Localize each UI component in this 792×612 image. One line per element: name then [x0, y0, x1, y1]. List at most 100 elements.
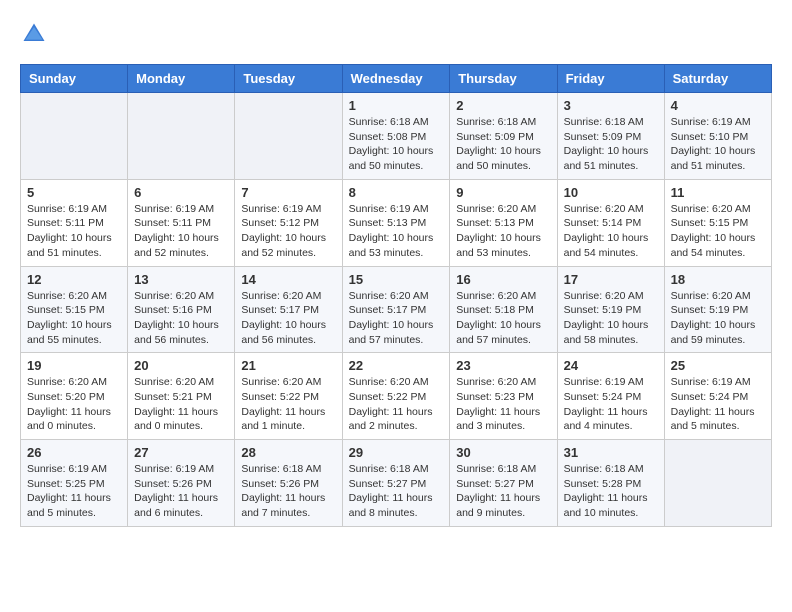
day-number: 26: [27, 445, 121, 460]
day-number: 3: [564, 98, 658, 113]
day-number: 12: [27, 272, 121, 287]
calendar-cell: 22 Sunrise: 6:20 AMSunset: 5:22 PMDayligh…: [342, 353, 450, 440]
calendar-header-row: SundayMondayTuesdayWednesdayThursdayFrid…: [21, 65, 772, 93]
day-number: 5: [27, 185, 121, 200]
logo-icon: [20, 20, 48, 48]
calendar-cell: 16 Sunrise: 6:20 AMSunset: 5:18 PMDayligh…: [450, 266, 557, 353]
day-info: Sunrise: 6:19 AMSunset: 5:11 PMDaylight:…: [27, 202, 121, 261]
day-number: 1: [349, 98, 444, 113]
day-info: Sunrise: 6:20 AMSunset: 5:19 PMDaylight:…: [671, 289, 765, 348]
day-info: Sunrise: 6:18 AMSunset: 5:28 PMDaylight:…: [564, 462, 658, 521]
day-of-week-header: Tuesday: [235, 65, 342, 93]
calendar-cell: 10 Sunrise: 6:20 AMSunset: 5:14 PMDayligh…: [557, 179, 664, 266]
header: [20, 20, 772, 48]
day-number: 22: [349, 358, 444, 373]
day-info: Sunrise: 6:20 AMSunset: 5:22 PMDaylight:…: [349, 375, 444, 434]
calendar-week-row: 5 Sunrise: 6:19 AMSunset: 5:11 PMDaylight…: [21, 179, 772, 266]
day-info: Sunrise: 6:19 AMSunset: 5:26 PMDaylight:…: [134, 462, 228, 521]
calendar-cell: 6Sunrise: 6:19 AMSunset: 5:11 PMDaylight…: [128, 179, 235, 266]
day-info: Sunrise: 6:20 AMSunset: 5:20 PMDaylight:…: [27, 375, 121, 434]
day-number: 15: [349, 272, 444, 287]
calendar-cell: 28 Sunrise: 6:18 AMSunset: 5:26 PMDayligh…: [235, 440, 342, 527]
day-info: Sunrise: 6:19 AMSunset: 5:24 PMDaylight:…: [671, 375, 765, 434]
calendar-cell: [21, 93, 128, 180]
calendar-cell: 30 Sunrise: 6:18 AMSunset: 5:27 PMDayligh…: [450, 440, 557, 527]
calendar-cell: 3 Sunrise: 6:18 AMSunset: 5:09 PMDaylight…: [557, 93, 664, 180]
day-number: 21: [241, 358, 335, 373]
day-number: 2: [456, 98, 550, 113]
day-of-week-header: Sunday: [21, 65, 128, 93]
day-number: 11: [671, 185, 765, 200]
calendar-cell: 29Sunrise: 6:18 AMSunset: 5:27 PMDayligh…: [342, 440, 450, 527]
calendar-cell: 5 Sunrise: 6:19 AMSunset: 5:11 PMDaylight…: [21, 179, 128, 266]
day-info: Sunrise: 6:20 AMSunset: 5:15 PMDaylight:…: [27, 289, 121, 348]
calendar-cell: 19 Sunrise: 6:20 AMSunset: 5:20 PMDayligh…: [21, 353, 128, 440]
calendar-cell: 17 Sunrise: 6:20 AMSunset: 5:19 PMDayligh…: [557, 266, 664, 353]
calendar-cell: 15 Sunrise: 6:20 AMSunset: 5:17 PMDayligh…: [342, 266, 450, 353]
day-info: Sunrise: 6:19 AMSunset: 5:25 PMDaylight:…: [27, 462, 121, 521]
calendar-cell: 4Sunrise: 6:19 AMSunset: 5:10 PMDaylight…: [664, 93, 771, 180]
day-number: 14: [241, 272, 335, 287]
calendar-cell: 13 Sunrise: 6:20 AMSunset: 5:16 PMDayligh…: [128, 266, 235, 353]
day-number: 9: [456, 185, 550, 200]
calendar-week-row: 26 Sunrise: 6:19 AMSunset: 5:25 PMDayligh…: [21, 440, 772, 527]
calendar-cell: 18 Sunrise: 6:20 AMSunset: 5:19 PMDayligh…: [664, 266, 771, 353]
day-of-week-header: Saturday: [664, 65, 771, 93]
calendar-week-row: 12 Sunrise: 6:20 AMSunset: 5:15 PMDayligh…: [21, 266, 772, 353]
day-of-week-header: Monday: [128, 65, 235, 93]
calendar-cell: 26 Sunrise: 6:19 AMSunset: 5:25 PMDayligh…: [21, 440, 128, 527]
day-number: 20: [134, 358, 228, 373]
day-number: 16: [456, 272, 550, 287]
calendar-cell: 24 Sunrise: 6:19 AMSunset: 5:24 PMDayligh…: [557, 353, 664, 440]
day-number: 31: [564, 445, 658, 460]
day-number: 18: [671, 272, 765, 287]
day-number: 27: [134, 445, 228, 460]
day-number: 19: [27, 358, 121, 373]
day-info: Sunrise: 6:18 AMSunset: 5:27 PMDaylight:…: [456, 462, 550, 521]
calendar-week-row: 1Sunrise: 6:18 AMSunset: 5:08 PMDaylight…: [21, 93, 772, 180]
day-info: Sunrise: 6:18 AMSunset: 5:26 PMDaylight:…: [241, 462, 335, 521]
calendar-cell: 8Sunrise: 6:19 AMSunset: 5:13 PMDaylight…: [342, 179, 450, 266]
calendar-cell: 20 Sunrise: 6:20 AMSunset: 5:21 PMDayligh…: [128, 353, 235, 440]
calendar-cell: 21 Sunrise: 6:20 AMSunset: 5:22 PMDayligh…: [235, 353, 342, 440]
day-info: Sunrise: 6:20 AMSunset: 5:19 PMDaylight:…: [564, 289, 658, 348]
day-info: Sunrise: 6:20 AMSunset: 5:16 PMDaylight:…: [134, 289, 228, 348]
day-number: 17: [564, 272, 658, 287]
day-info: Sunrise: 6:20 AMSunset: 5:23 PMDaylight:…: [456, 375, 550, 434]
calendar-cell: 11Sunrise: 6:20 AMSunset: 5:15 PMDayligh…: [664, 179, 771, 266]
calendar-cell: 12 Sunrise: 6:20 AMSunset: 5:15 PMDayligh…: [21, 266, 128, 353]
calendar-cell: 14Sunrise: 6:20 AMSunset: 5:17 PMDayligh…: [235, 266, 342, 353]
day-of-week-header: Thursday: [450, 65, 557, 93]
calendar-cell: 23 Sunrise: 6:20 AMSunset: 5:23 PMDayligh…: [450, 353, 557, 440]
day-of-week-header: Friday: [557, 65, 664, 93]
calendar-cell: 27 Sunrise: 6:19 AMSunset: 5:26 PMDayligh…: [128, 440, 235, 527]
day-info: Sunrise: 6:18 AMSunset: 5:27 PMDaylight:…: [349, 462, 444, 521]
calendar-cell: 2 Sunrise: 6:18 AMSunset: 5:09 PMDaylight…: [450, 93, 557, 180]
calendar-cell: [128, 93, 235, 180]
day-info: Sunrise: 6:20 AMSunset: 5:13 PMDaylight:…: [456, 202, 550, 261]
day-number: 23: [456, 358, 550, 373]
calendar-cell: 7Sunrise: 6:19 AMSunset: 5:12 PMDaylight…: [235, 179, 342, 266]
calendar-cell: 25Sunrise: 6:19 AMSunset: 5:24 PMDayligh…: [664, 353, 771, 440]
day-number: 24: [564, 358, 658, 373]
day-of-week-header: Wednesday: [342, 65, 450, 93]
day-info: Sunrise: 6:20 AMSunset: 5:14 PMDaylight:…: [564, 202, 658, 261]
day-info: Sunrise: 6:20 AMSunset: 5:22 PMDaylight:…: [241, 375, 335, 434]
calendar-cell: 9 Sunrise: 6:20 AMSunset: 5:13 PMDaylight…: [450, 179, 557, 266]
day-info: Sunrise: 6:18 AMSunset: 5:09 PMDaylight:…: [456, 115, 550, 174]
calendar-week-row: 19 Sunrise: 6:20 AMSunset: 5:20 PMDayligh…: [21, 353, 772, 440]
day-number: 30: [456, 445, 550, 460]
day-info: Sunrise: 6:18 AMSunset: 5:09 PMDaylight:…: [564, 115, 658, 174]
day-number: 10: [564, 185, 658, 200]
day-info: Sunrise: 6:20 AMSunset: 5:21 PMDaylight:…: [134, 375, 228, 434]
day-info: Sunrise: 6:19 AMSunset: 5:11 PMDaylight:…: [134, 202, 228, 261]
calendar-cell: [235, 93, 342, 180]
day-info: Sunrise: 6:20 AMSunset: 5:18 PMDaylight:…: [456, 289, 550, 348]
day-number: 28: [241, 445, 335, 460]
calendar-table: SundayMondayTuesdayWednesdayThursdayFrid…: [20, 64, 772, 527]
day-info: Sunrise: 6:19 AMSunset: 5:24 PMDaylight:…: [564, 375, 658, 434]
day-info: Sunrise: 6:19 AMSunset: 5:12 PMDaylight:…: [241, 202, 335, 261]
day-info: Sunrise: 6:20 AMSunset: 5:17 PMDaylight:…: [349, 289, 444, 348]
day-number: 8: [349, 185, 444, 200]
day-number: 13: [134, 272, 228, 287]
